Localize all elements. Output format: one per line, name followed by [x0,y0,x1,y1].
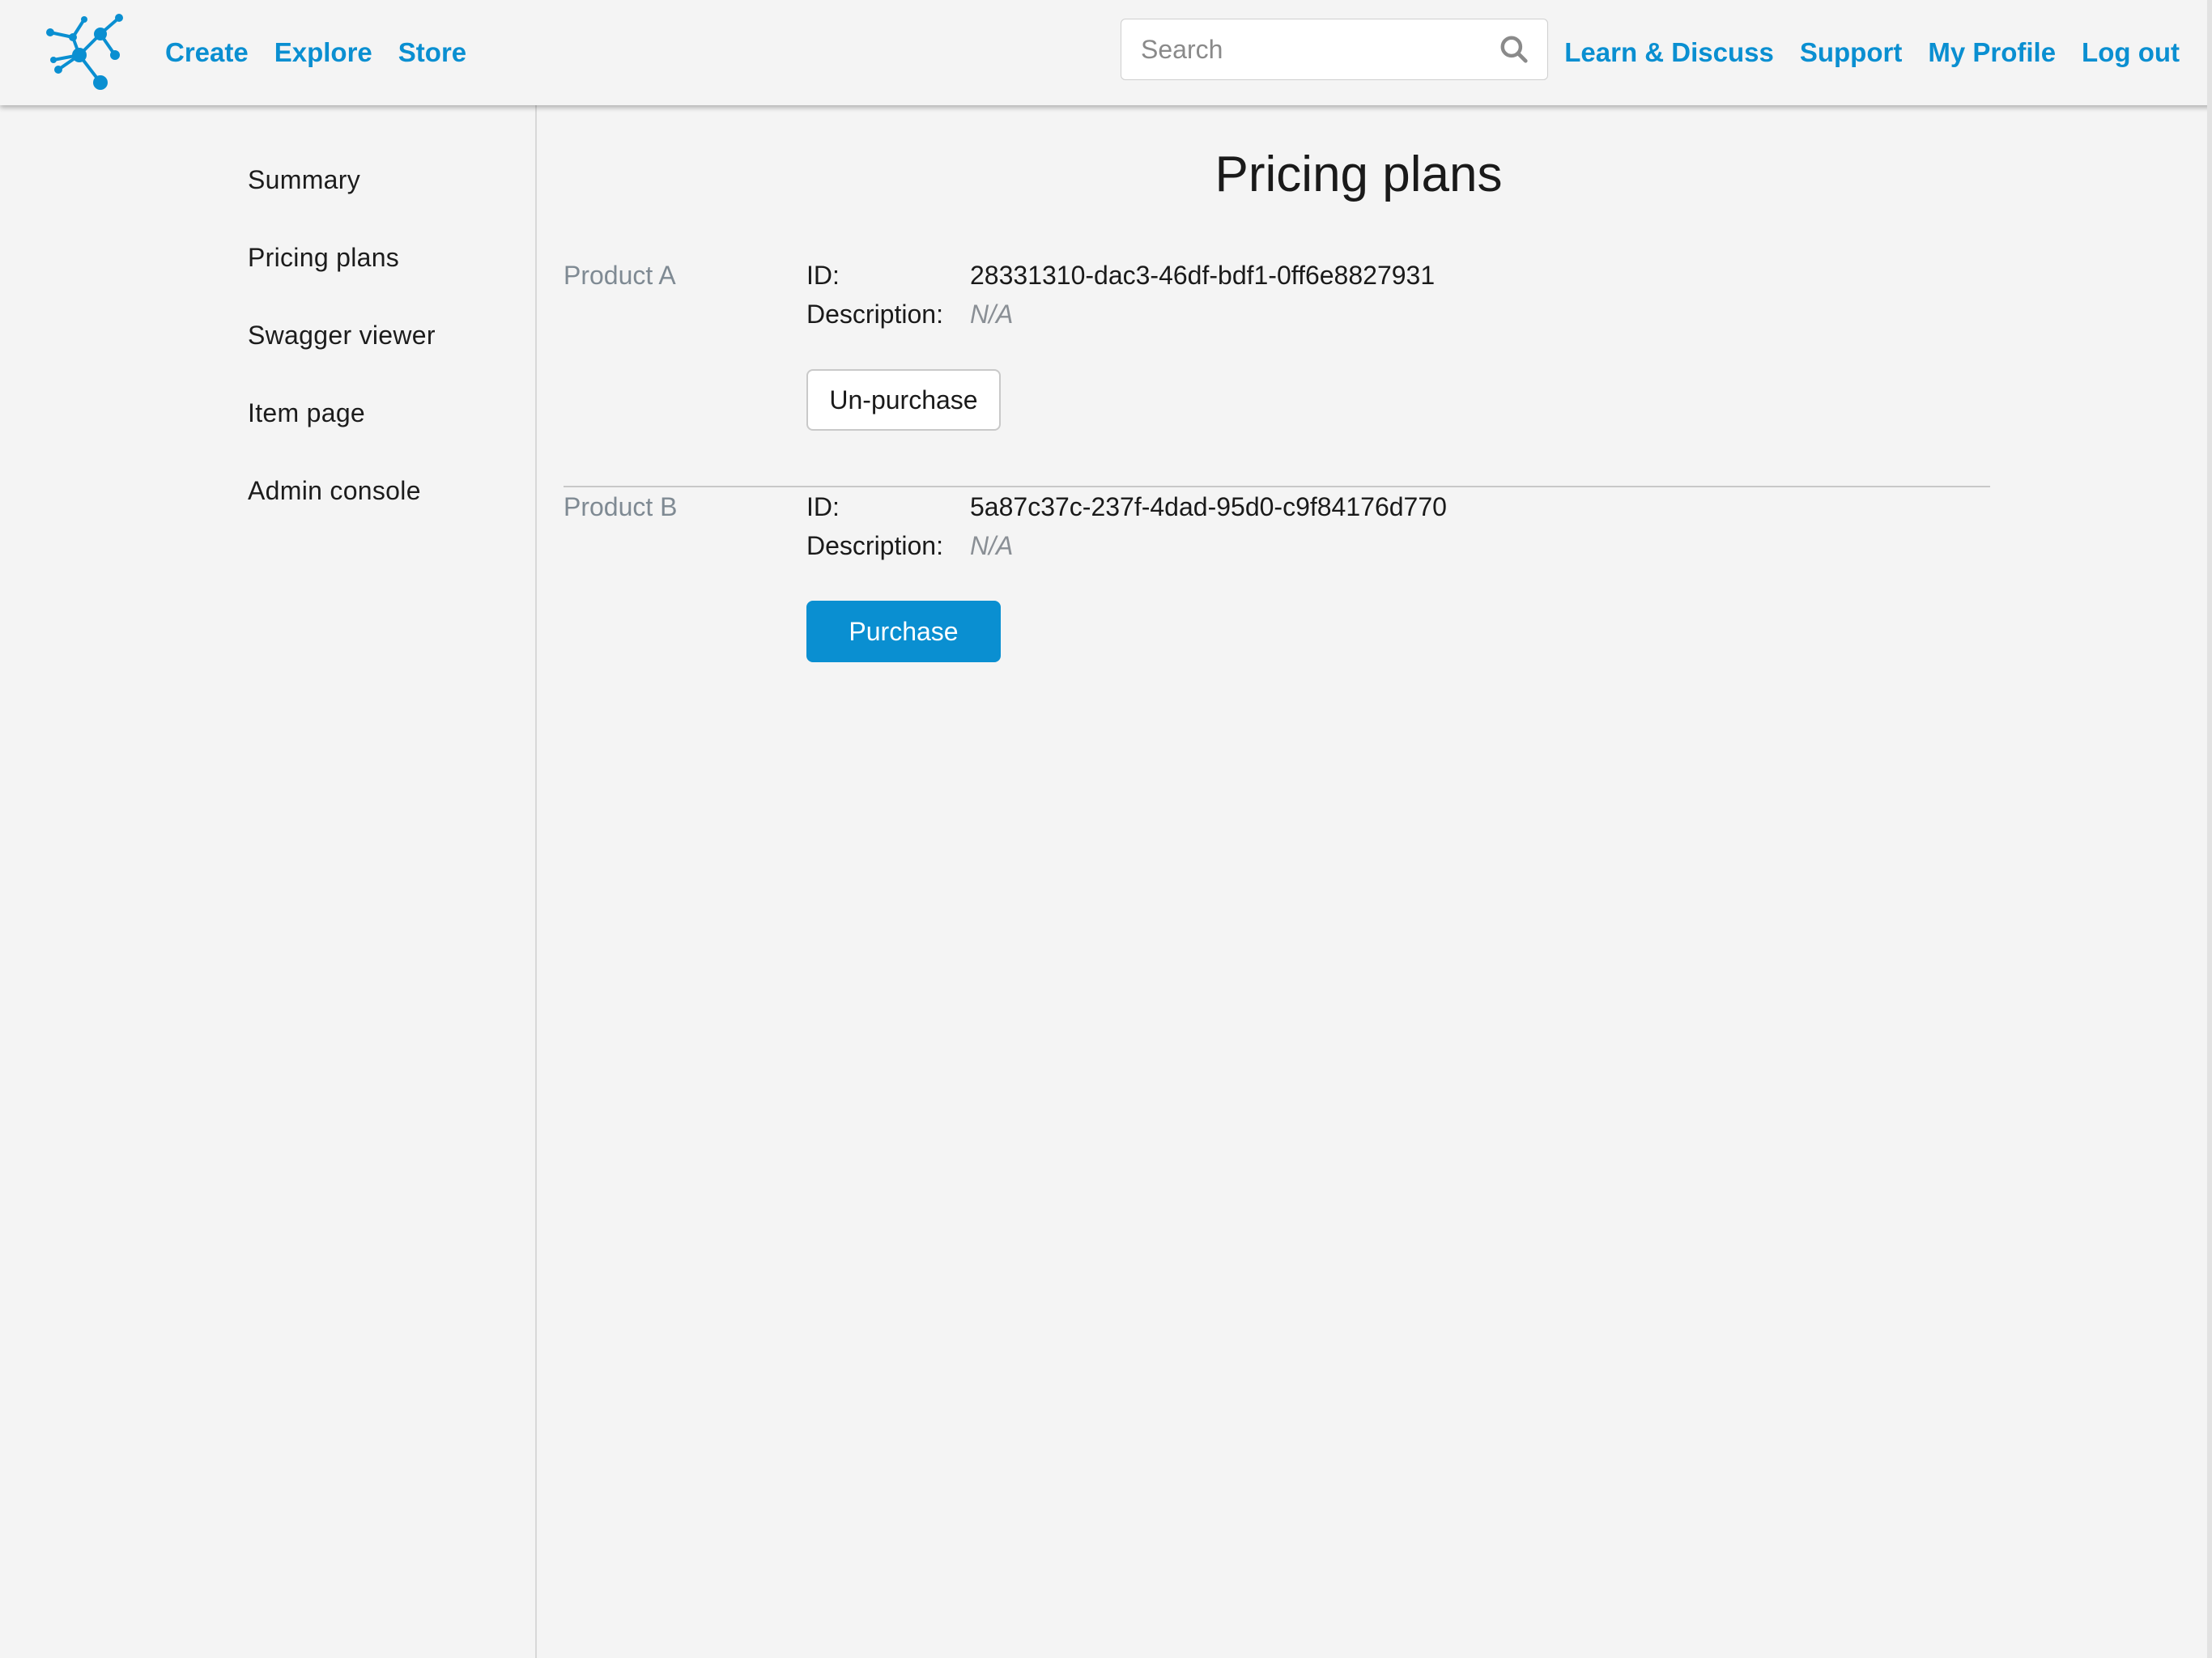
product-row: Product A ID: 28331310-dac3-46df-bdf1-0f… [564,261,1990,487]
id-label: ID: [806,261,840,290]
top-navbar: Create Explore Store Learn & Discuss Sup… [0,0,2212,105]
sidebar-item-pricing-plans[interactable]: Pricing plans [248,243,436,321]
product-id-value: 28331310-dac3-46df-bdf1-0ff6e8827931 [970,261,1436,290]
page-title: Pricing plans [1214,147,1503,202]
nav-create-link[interactable]: Create [165,37,249,68]
description-label: Description: [806,300,943,329]
product-name: Product A [564,261,676,290]
nav-learn-discuss-link[interactable]: Learn & Discuss [1564,37,1774,68]
nav-explore-link[interactable]: Explore [274,37,372,68]
product-description-value: N/A [970,300,1014,329]
search-box [1121,19,1548,80]
sidebar-item-swagger-viewer[interactable]: Swagger viewer [248,321,436,398]
product-row: Product B ID: 5a87c37c-237f-4dad-95d0-c9… [564,492,1990,687]
main-content: Pricing plans Product A ID: 28331310-dac… [537,105,2207,1658]
sidebar-item-admin-console[interactable]: Admin console [248,476,436,554]
product-name: Product B [564,492,678,521]
description-label: Description: [806,531,943,560]
nav-support-link[interactable]: Support [1800,37,1902,68]
primary-nav: Create Explore Store [165,0,492,105]
purchase-button[interactable]: Purchase [806,601,1001,662]
sidebar: Summary Pricing plans Swagger viewer Ite… [0,105,537,1658]
product-description-value: N/A [970,531,1014,560]
network-logo-icon[interactable] [42,13,130,94]
sidebar-item-summary[interactable]: Summary [248,165,436,243]
nav-store-link[interactable]: Store [398,37,466,68]
search-input[interactable] [1121,19,1486,79]
un-purchase-button[interactable]: Un-purchase [806,369,1001,431]
nav-log-out-link[interactable]: Log out [2082,37,2180,68]
product-id-value: 5a87c37c-237f-4dad-95d0-c9f84176d770 [970,492,1447,521]
id-label: ID: [806,492,840,521]
search-icon[interactable] [1499,34,1529,65]
page-scrollbar[interactable] [2207,0,2212,1658]
nav-my-profile-link[interactable]: My Profile [1928,37,2056,68]
sidebar-item-item-page[interactable]: Item page [248,398,436,476]
secondary-nav: Learn & Discuss Support My Profile Log o… [1538,0,2180,105]
sidebar-menu: Summary Pricing plans Swagger viewer Ite… [248,165,436,554]
